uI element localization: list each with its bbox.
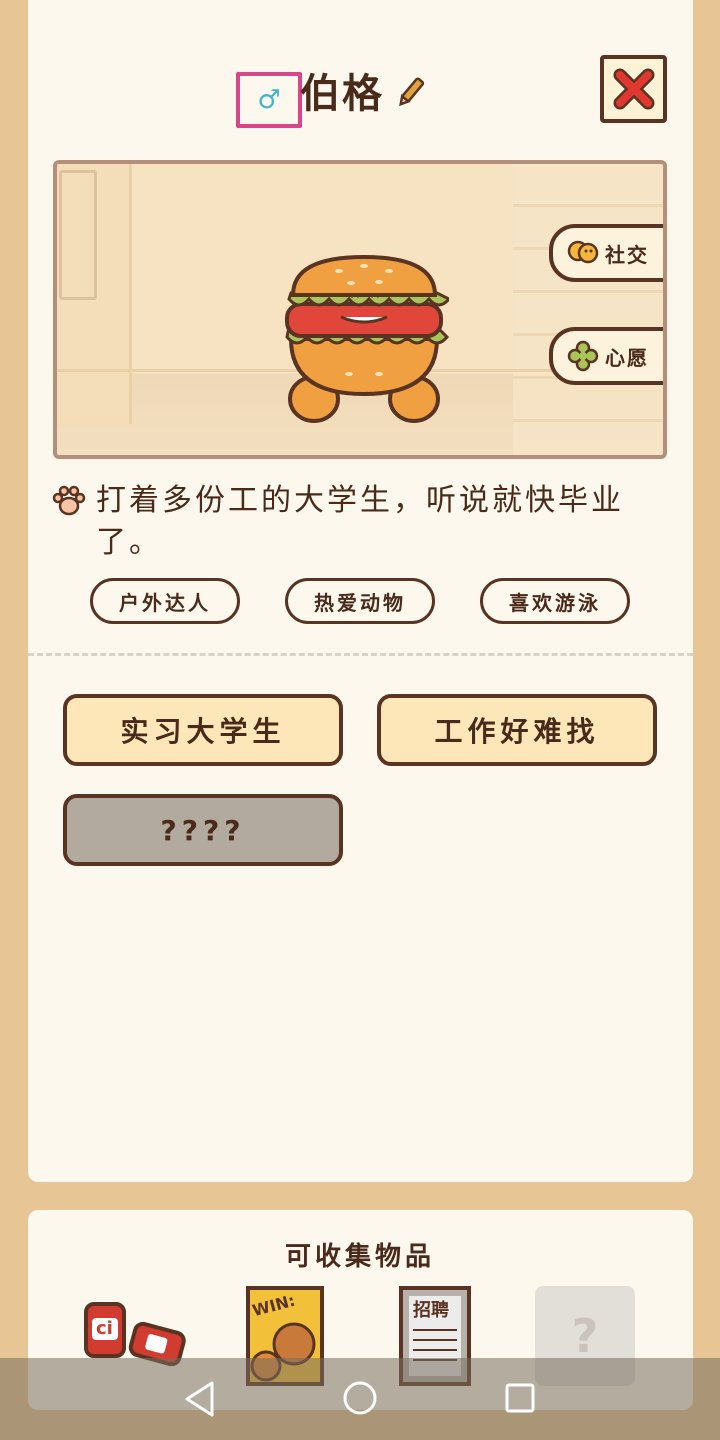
tag-list: 户外达人 热爱动物 喜欢游泳 <box>90 578 630 624</box>
trait-button-1[interactable]: 实习大学生 <box>63 694 343 766</box>
character-description: 打着多份工的大学生，听说就快毕业了。 <box>52 480 672 564</box>
clover-icon <box>567 340 599 372</box>
recents-icon[interactable] <box>504 1382 536 1414</box>
scene-shelf <box>59 170 97 300</box>
trait-button-2[interactable]: 工作好难找 <box>377 694 657 766</box>
collectibles-title: 可收集物品 <box>284 1242 435 1272</box>
tag-item: 热爱动物 <box>285 578 435 624</box>
wish-button[interactable]: 心愿 <box>549 327 663 385</box>
cans-label: ci <box>96 1318 113 1339</box>
character-name: 伯格 <box>300 71 384 117</box>
close-button[interactable] <box>600 55 667 123</box>
gender-symbol: ♂ <box>257 85 281 115</box>
social-label: 社交 <box>605 242 649 267</box>
social-icon <box>567 240 599 264</box>
trait-button-locked[interactable]: ???? <box>63 794 343 866</box>
close-icon <box>613 68 654 110</box>
notice-label: 招聘 <box>413 1300 449 1321</box>
wish-label: 心愿 <box>605 345 649 370</box>
locked-label: ? <box>571 1309 599 1363</box>
tag-item: 喜欢游泳 <box>480 578 630 624</box>
social-button[interactable]: 社交 <box>549 224 663 282</box>
paw-icon <box>52 485 86 516</box>
male-icon[interactable]: ♂ <box>236 72 302 128</box>
navigation-bar <box>0 1358 720 1440</box>
tag-item: 户外达人 <box>90 578 240 624</box>
scene-wall <box>57 164 132 424</box>
back-icon[interactable] <box>182 1380 218 1418</box>
home-icon[interactable] <box>342 1380 378 1416</box>
section-divider <box>28 653 693 656</box>
scene-stairs <box>513 164 663 455</box>
burger-character[interactable] <box>279 249 449 429</box>
character-name-row: 伯格 <box>300 60 428 120</box>
description-text: 打着多份工的大学生，听说就快毕业了。 <box>96 483 624 560</box>
pencil-icon[interactable] <box>394 73 428 107</box>
character-scene: 社交 心愿 <box>53 160 667 459</box>
